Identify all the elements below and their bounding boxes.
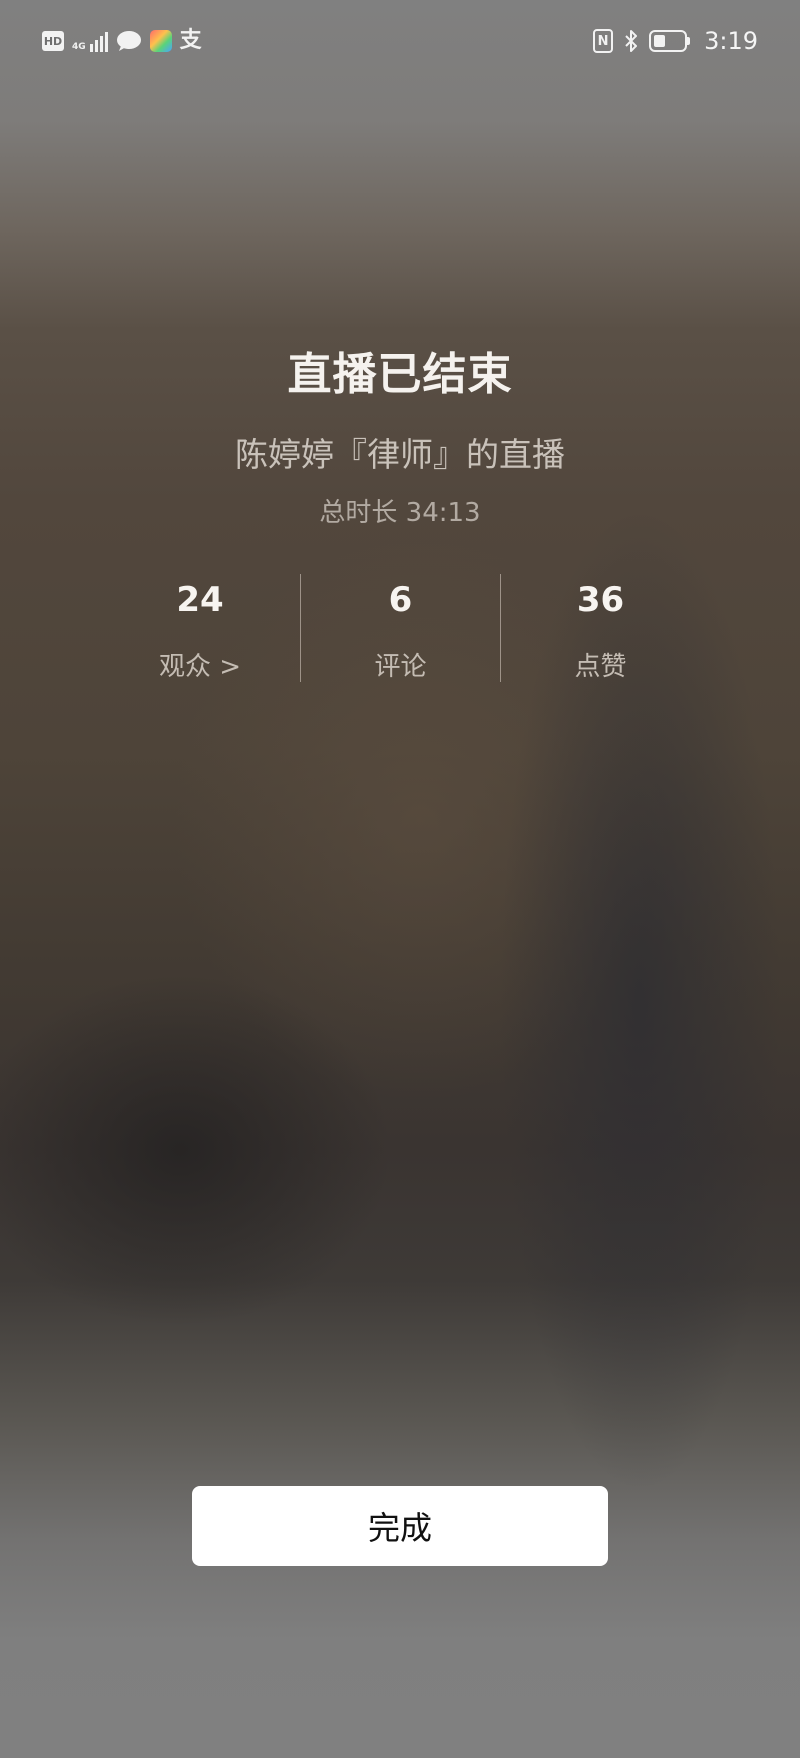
viewers-label: 观众 > [158,652,242,682]
network-type-label: 4G [72,42,86,52]
likes-label: 点赞 [574,652,627,682]
bluetooth-icon [625,30,638,52]
battery-icon [649,30,691,52]
nfc-icon: N [593,29,614,53]
live-ended-title: 直播已结束 [287,349,513,400]
viewers-count: 24 [176,580,224,620]
message-icon [116,31,141,51]
status-bar-left: HD 4G 支 [42,26,202,56]
status-bar: HD 4G 支 N 3:19 [0,0,800,80]
alipay-icon: 支 [179,28,202,53]
clock-time: 3:19 [704,27,758,55]
app-icon [149,30,172,52]
hd-icon: HD [42,31,64,51]
total-duration: 总时长 34:13 [319,498,481,528]
comments-label: 评论 [374,652,427,682]
stat-comments: 6 评论 [300,574,500,682]
likes-count: 36 [576,580,625,620]
stream-owner-subtitle: 陈婷婷『律师』的直播 [235,435,565,474]
stat-viewers[interactable]: 24 观众 > [100,574,300,682]
signal-icon: 4G [72,30,108,52]
status-bar-right: N 3:19 [593,26,758,56]
done-button[interactable]: 完成 [192,1486,608,1566]
comments-count: 6 [388,580,413,620]
stat-likes: 36 点赞 [500,574,700,682]
stats-row: 24 观众 > 6 评论 36 点赞 [100,574,700,682]
